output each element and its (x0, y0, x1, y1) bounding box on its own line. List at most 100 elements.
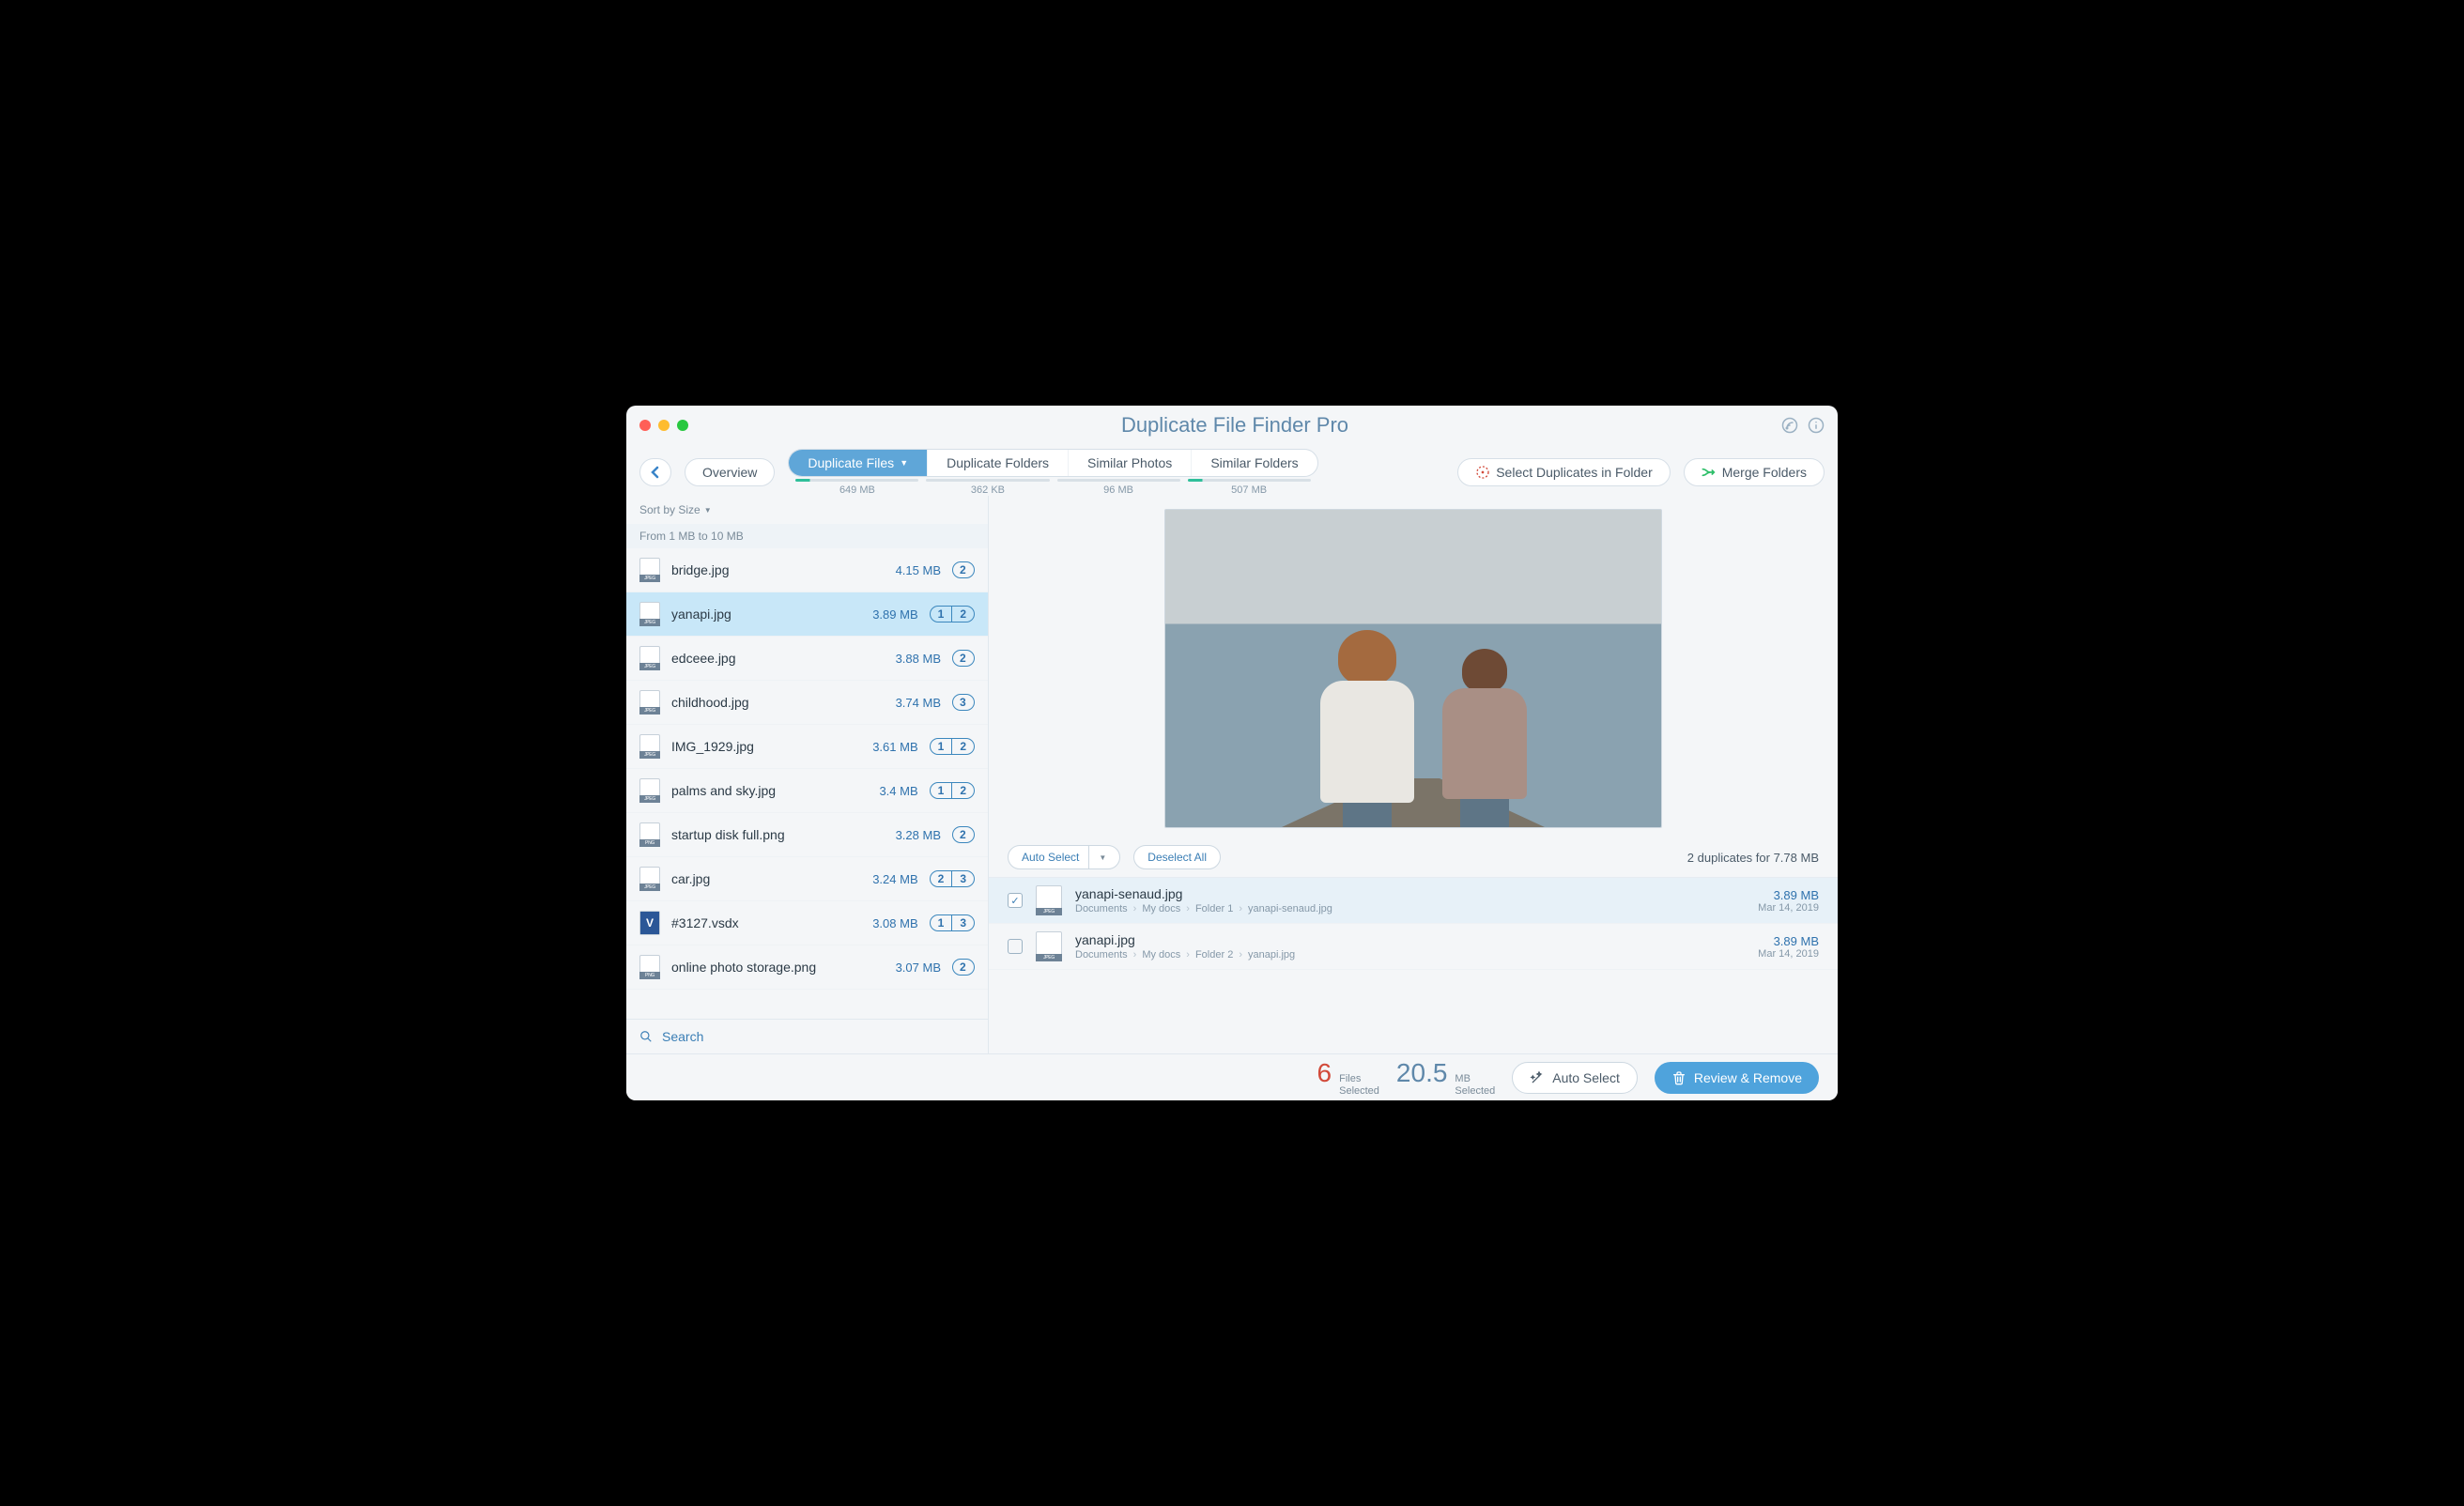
file-name: yanapi.jpg (671, 607, 861, 622)
file-name: IMG_1929.jpg (671, 739, 861, 754)
file-type-icon (639, 558, 660, 582)
file-name: bridge.jpg (671, 562, 885, 577)
file-size: 3.89 MB (872, 607, 917, 622)
chevron-down-icon: ▼ (704, 506, 712, 515)
file-type-icon (1036, 885, 1062, 915)
duplicate-checkbox[interactable] (1008, 939, 1023, 954)
file-size: 3.24 MB (872, 872, 917, 886)
image-preview (989, 496, 1838, 841)
sidebar: Sort by Size▼ From 1 MB to 10 MB bridge.… (626, 496, 989, 1053)
file-name: childhood.jpg (671, 695, 885, 710)
duplicate-count-badge: 12 (930, 606, 975, 622)
file-type-icon (639, 867, 660, 891)
duplicate-row[interactable]: yanapi.jpg Documents›My docs›Folder 2›yan… (989, 924, 1838, 970)
merge-folders-button[interactable]: Merge Folders (1684, 458, 1825, 486)
file-size: 4.15 MB (896, 563, 941, 577)
duplicate-count-badge: 2 (952, 561, 975, 578)
file-size: 3.4 MB (879, 784, 917, 798)
duplicate-name: yanapi.jpg (1075, 932, 1295, 947)
tab-similar-photos[interactable]: Similar Photos (1069, 450, 1192, 476)
file-row[interactable]: edceee.jpg3.88 MB2 (626, 637, 988, 681)
file-row[interactable]: V#3127.vsdx3.08 MB13 (626, 901, 988, 945)
size-range-header: From 1 MB to 10 MB (626, 524, 988, 548)
tab-size-duplicate-files: 649 MB (792, 479, 922, 496)
toolbar: Overview Duplicate Files▼ Duplicate Fold… (626, 445, 1838, 496)
zoom-window-button[interactable] (677, 420, 688, 431)
duplicate-count-badge: 23 (930, 870, 975, 887)
merge-icon (1702, 467, 1717, 478)
file-row[interactable]: IMG_1929.jpg3.61 MB12 (626, 725, 988, 769)
file-type-icon (639, 646, 660, 670)
overview-button[interactable]: Overview (685, 458, 775, 486)
auto-select-dropdown[interactable]: Auto Select▼ (1008, 845, 1120, 869)
file-type-icon (1036, 931, 1062, 961)
file-size: 3.88 MB (896, 652, 941, 666)
file-type-icon (639, 602, 660, 626)
size-selected-stat: 20.5 MBSelected (1396, 1058, 1495, 1096)
file-name: #3127.vsdx (671, 915, 861, 930)
wand-icon (1530, 1070, 1545, 1085)
file-name: palms and sky.jpg (671, 783, 868, 798)
duplicate-name: yanapi-senaud.jpg (1075, 886, 1332, 901)
duplicate-row[interactable]: ✓ yanapi-senaud.jpg Documents›My docs›Fold… (989, 878, 1838, 924)
file-type-icon (639, 955, 660, 979)
tab-size-similar-photos: 96 MB (1054, 479, 1184, 496)
file-row[interactable]: online photo storage.png 3.07 MB 2 (626, 945, 988, 990)
review-remove-button[interactable]: Review & Remove (1655, 1062, 1819, 1094)
duplicate-path: Documents›My docs›Folder 1›yanapi-senaud… (1075, 903, 1332, 914)
rss-icon[interactable] (1781, 417, 1798, 434)
file-type-icon (639, 734, 660, 759)
preview-image (1164, 509, 1662, 828)
footer: 6 FilesSelected 20.5 MBSelected Auto Sel… (626, 1053, 1838, 1100)
file-size: 3.61 MB (872, 740, 917, 754)
window-controls (639, 420, 688, 431)
tab-duplicate-folders[interactable]: Duplicate Folders (928, 450, 1069, 476)
file-row[interactable]: childhood.jpg3.74 MB3 (626, 681, 988, 725)
file-name: car.jpg (671, 871, 861, 886)
minimize-window-button[interactable] (658, 420, 670, 431)
app-window: Duplicate File Finder Pro Overview Dupli… (626, 406, 1838, 1100)
info-icon[interactable] (1808, 417, 1825, 434)
file-row[interactable]: car.jpg 3.24 MB 23 (626, 857, 988, 901)
tab-duplicate-files[interactable]: Duplicate Files▼ (789, 450, 928, 476)
file-row[interactable]: yanapi.jpg 3.89 MB 12 (626, 592, 988, 637)
files-selected-stat: 6 FilesSelected (1317, 1058, 1379, 1096)
detail-pane: Auto Select▼ Deselect All 2 duplicates f… (989, 496, 1838, 1053)
select-duplicates-in-folder-button[interactable]: Select Duplicates in Folder (1457, 458, 1671, 486)
file-row[interactable]: bridge.jpg 4.15 MB 2 (626, 548, 988, 592)
duplicate-checkbox[interactable]: ✓ (1008, 893, 1023, 908)
auto-select-button[interactable]: Auto Select (1512, 1062, 1638, 1094)
file-row[interactable]: palms and sky.jpg 3.4 MB 12 (626, 769, 988, 813)
tab-similar-folders[interactable]: Similar Folders (1192, 450, 1317, 476)
file-size: 3.74 MB (896, 696, 941, 710)
file-type-icon (639, 778, 660, 803)
file-size: 3.28 MB (896, 828, 941, 842)
file-row[interactable]: startup disk full.png3.28 MB2 (626, 813, 988, 857)
tab-size-similar-folders: 507 MB (1184, 479, 1315, 496)
duplicate-count-badge: 12 (930, 782, 975, 799)
chevron-down-icon: ▼ (900, 458, 908, 468)
file-name: online photo storage.png (671, 960, 885, 975)
titlebar: Duplicate File Finder Pro (626, 406, 1838, 445)
duplicate-path: Documents›My docs›Folder 2›yanapi.jpg (1075, 949, 1295, 960)
duplicate-list: ✓ yanapi-senaud.jpg Documents›My docs›Fold… (989, 877, 1838, 970)
duplicate-size: 3.89 MB (1758, 934, 1819, 948)
duplicates-summary: 2 duplicates for 7.78 MB (1687, 851, 1819, 865)
category-tabs: Duplicate Files▼ Duplicate Folders Simil… (788, 449, 1317, 477)
duplicate-count-badge: 13 (930, 914, 975, 931)
back-button[interactable] (639, 458, 671, 486)
search-input[interactable]: Search (626, 1019, 988, 1053)
trash-icon (1671, 1070, 1686, 1085)
file-type-icon: V (639, 911, 660, 935)
duplicate-date: Mar 14, 2019 (1758, 948, 1819, 960)
duplicate-count-badge: 2 (952, 959, 975, 976)
file-type-icon (639, 822, 660, 847)
deselect-all-button[interactable]: Deselect All (1133, 845, 1221, 869)
duplicate-date: Mar 14, 2019 (1758, 902, 1819, 914)
file-list: bridge.jpg4.15 MB2yanapi.jpg3.89 MB12edc… (626, 548, 988, 1019)
duplicate-count-badge: 2 (952, 650, 975, 667)
sort-dropdown[interactable]: Sort by Size▼ (626, 496, 988, 524)
duplicate-count-badge: 2 (952, 826, 975, 843)
file-size: 3.07 MB (896, 960, 941, 975)
close-window-button[interactable] (639, 420, 651, 431)
